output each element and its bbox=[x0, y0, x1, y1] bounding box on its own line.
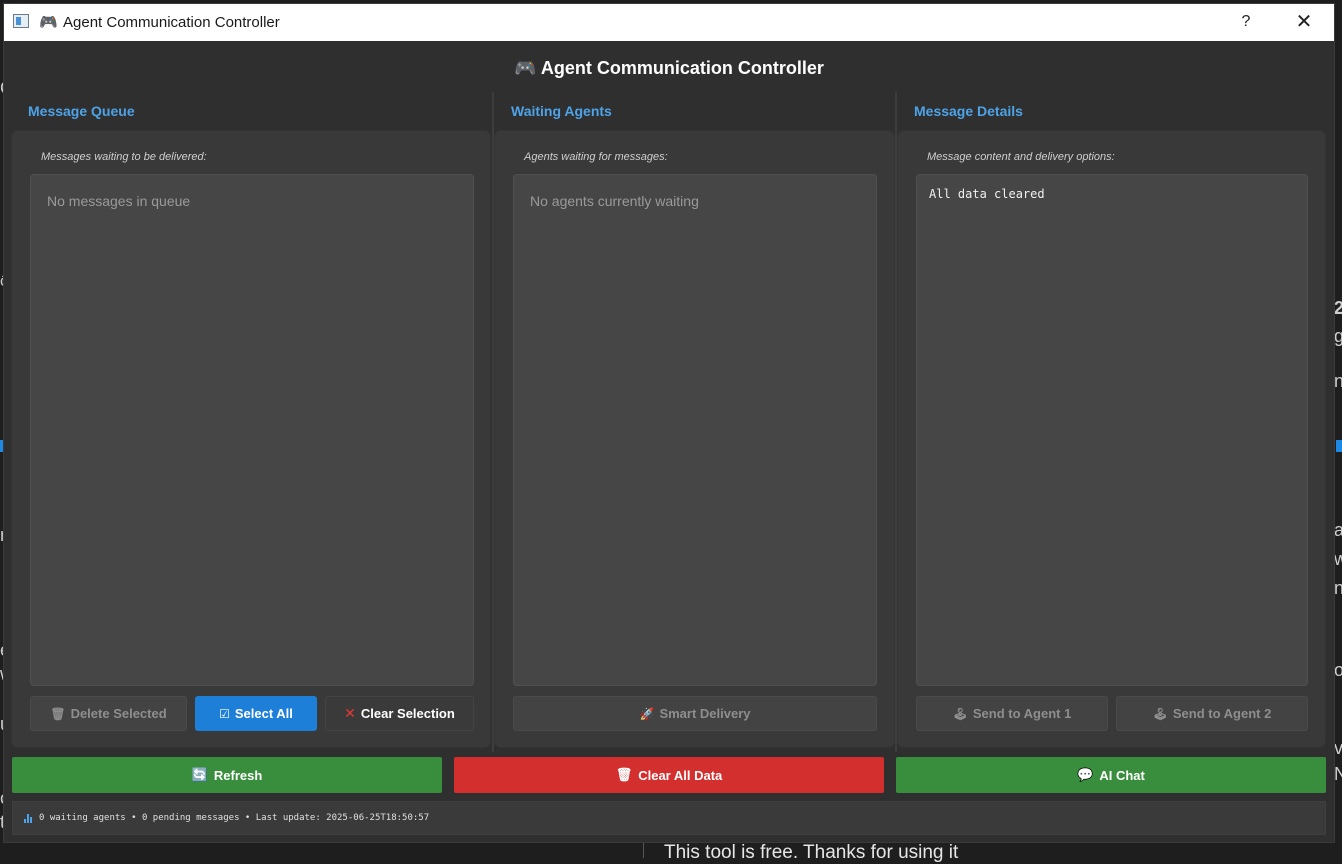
bg-fragment: a bbox=[1334, 520, 1342, 540]
title-bar: 🎮 Agent Communication Controller ? ✕ bbox=[4, 4, 1334, 41]
bg-divider bbox=[643, 842, 644, 858]
app-window-icon bbox=[13, 14, 29, 28]
status-text: 0 waiting agents • 0 pending messages • … bbox=[39, 813, 430, 823]
clear-all-data-button[interactable]: 🗑 Clear All Data bbox=[454, 757, 884, 793]
app-window: 🎮 Agent Communication Controller ? ✕ 🎮 A… bbox=[4, 4, 1334, 842]
message-queue-list[interactable]: No messages in queue bbox=[30, 174, 474, 686]
refresh-button[interactable]: 🔄 Refresh bbox=[12, 757, 442, 793]
delete-selected-button[interactable]: 🗑 Delete Selected bbox=[30, 696, 187, 731]
details-caption: Message content and delivery options: bbox=[927, 151, 1115, 163]
page-title-text: Agent Communication Controller bbox=[540, 58, 824, 78]
message-details-panel: Message content and delivery options: Al… bbox=[898, 131, 1325, 747]
trash-icon: 🗑 bbox=[50, 706, 66, 721]
rocket-icon: 🚀 bbox=[639, 706, 655, 721]
message-details-textbox[interactable]: All data cleared bbox=[916, 174, 1308, 686]
joystick-icon: 🕹 bbox=[1152, 706, 1168, 721]
send-to-agent-2-button[interactable]: 🕹 Send to Agent 2 bbox=[1116, 696, 1308, 731]
bg-fragment: o bbox=[1334, 660, 1342, 680]
waiting-agents-list[interactable]: No agents currently waiting bbox=[513, 174, 877, 686]
joystick-icon: 🕹 bbox=[952, 706, 968, 721]
column-divider bbox=[895, 92, 897, 752]
chat-icon: 💬 bbox=[1077, 767, 1094, 782]
message-details-content: All data cleared bbox=[929, 187, 1045, 201]
queue-empty-text: No messages in queue bbox=[47, 193, 191, 209]
ai-chat-button[interactable]: 💬 AI Chat bbox=[896, 757, 1326, 793]
message-queue-panel: Messages waiting to be delivered: No mes… bbox=[12, 131, 490, 747]
send-to-agent-1-button[interactable]: 🕹 Send to Agent 1 bbox=[916, 696, 1108, 731]
cross-icon: ✕ bbox=[344, 705, 356, 721]
client-area: 🎮 Agent Communication Controller Message… bbox=[4, 41, 1334, 842]
waiting-agents-panel: Agents waiting for messages: No agents c… bbox=[495, 131, 894, 747]
page-title: 🎮 Agent Communication Controller bbox=[4, 58, 1334, 79]
refresh-icon: 🔄 bbox=[191, 767, 208, 782]
waiting-agents-title: Waiting Agents bbox=[511, 103, 612, 119]
bg-fragment: N bbox=[1334, 764, 1342, 784]
clear-selection-button[interactable]: ✕ Clear Selection bbox=[325, 696, 474, 731]
bg-fragment: 2 bbox=[1334, 298, 1342, 318]
help-button[interactable]: ? bbox=[1228, 10, 1264, 34]
bg-fragment bbox=[1336, 440, 1342, 452]
bg-fragment: w bbox=[1334, 549, 1342, 569]
agents-caption: Agents waiting for messages: bbox=[524, 151, 668, 163]
message-details-title: Message Details bbox=[914, 103, 1023, 119]
bg-fragment: v bbox=[1334, 738, 1342, 758]
window-title: Agent Communication Controller bbox=[63, 14, 280, 31]
bar-chart-icon bbox=[24, 813, 33, 823]
smart-delivery-button[interactable]: 🚀 Smart Delivery bbox=[513, 696, 877, 731]
bg-fragment: n bbox=[1334, 371, 1342, 391]
gamepad-icon: 🎮 bbox=[39, 14, 58, 31]
checkbox-icon: ☑ bbox=[219, 706, 230, 721]
gamepad-icon: 🎮 bbox=[514, 58, 537, 78]
queue-caption: Messages waiting to be delivered: bbox=[41, 151, 207, 163]
trash-icon: 🗑 bbox=[615, 767, 633, 782]
select-all-button[interactable]: ☑ Select All bbox=[195, 696, 317, 731]
message-queue-title: Message Queue bbox=[28, 103, 135, 119]
bg-fragment: n bbox=[1334, 578, 1342, 598]
close-button[interactable]: ✕ bbox=[1286, 10, 1322, 34]
bg-fragment: g bbox=[1334, 326, 1342, 346]
agents-empty-text: No agents currently waiting bbox=[530, 193, 699, 209]
status-bar: 0 waiting agents • 0 pending messages • … bbox=[12, 801, 1326, 835]
bg-footer-text: This tool is free. Thanks for using it bbox=[664, 842, 959, 863]
column-divider bbox=[492, 92, 494, 752]
